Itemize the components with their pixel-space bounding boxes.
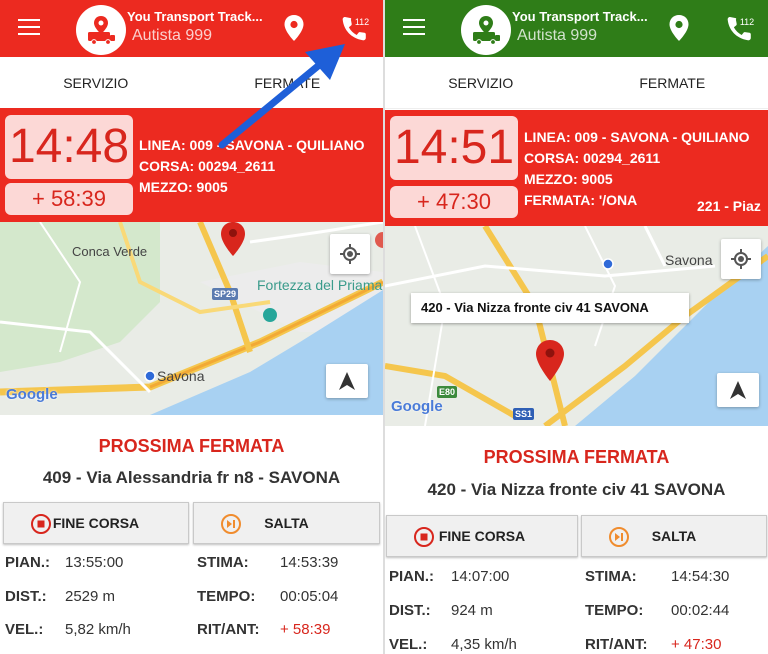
annotation-arrow (218, 44, 345, 149)
